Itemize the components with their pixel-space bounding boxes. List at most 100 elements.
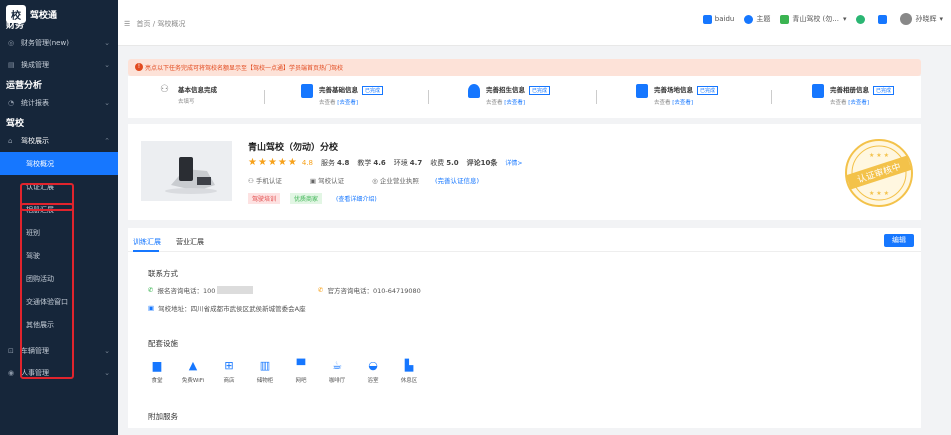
notice-bar: ! 亮点以下任务完成可将驾校名额显示至【驾校一点通】学员端首页热门驾校 (128, 59, 921, 76)
badge-quality: 优质商家 (290, 193, 323, 204)
facility-rest: ▙ 休息区 (396, 359, 422, 384)
bath-icon: ◒ (368, 359, 378, 372)
locker-icon: ▥ (259, 359, 271, 372)
message-button[interactable] (878, 14, 890, 24)
school-switch[interactable]: 青山驾校 (勿... ▾ (780, 14, 846, 24)
wallet-icon: ◎ (8, 39, 15, 47)
phone-icon: ✆ (148, 286, 154, 294)
home-icon: ⌂ (8, 137, 13, 145)
user-menu[interactable]: 孙晓辉 ▾ (900, 13, 943, 25)
facility-coffee: ☕ 咖啡厅 (324, 359, 350, 384)
sidebar-item-order[interactable]: ▤ 换成管理 ⌄ (0, 54, 118, 76)
view-link[interactable]: [去查看] (337, 100, 358, 106)
highlight-box-submenu (20, 203, 74, 379)
theme-icon (744, 14, 754, 24)
reviews-link[interactable]: 详情> (505, 158, 522, 167)
facility-wifi: ▲ 免费WiFi (181, 359, 205, 384)
detail-panel: 训练汇展 营业汇展 编辑 联系方式 ✆ 报名咨询电话：100 ✆ 官方咨询电话：01… (128, 228, 921, 428)
rating-row: ★ ★ ★ ★ ★ 4.8 服务 4.8 教学 4.6 环境 4.7 收费 5.0 评论10条 … (248, 157, 523, 168)
chevron-down-icon: ⌄ (104, 39, 110, 47)
divider (428, 90, 429, 104)
sidebar-item-school-display[interactable]: ⌂ 驾校展示 ⌃ (0, 130, 118, 152)
chevron-up-icon: ⌃ (104, 137, 110, 145)
refresh-button[interactable] (856, 14, 868, 24)
refresh-icon (856, 14, 866, 24)
task-steps: ⚇ 基本信息完成 去填写 完善基础信息 已完成 去查看 [去查看] 完善招生信息 已完成… (128, 76, 921, 118)
facility-netcafe: ▀ 网吧 (288, 359, 314, 384)
verify-row: ⚇ 手机认证 ▣ 驾校认证 ◎ 企业营业执照 (完善认证信息) (248, 175, 507, 185)
facility-bath: ◒ 浴室 (360, 359, 386, 384)
location-icon: ▣ (148, 304, 155, 312)
step-base-info[interactable]: 完善基础信息 已完成 去查看 [去查看] (301, 84, 384, 106)
message-icon (878, 14, 888, 24)
school-verify: ▣ 驾校认证 (309, 177, 345, 185)
sidebar-sub-overview[interactable]: 驾校概况 (0, 152, 118, 175)
warning-icon: ! (135, 63, 143, 71)
sidebar-item-stats[interactable]: ◔ 统计报表 ⌄ (0, 92, 118, 114)
breadcrumb: ☰ 首页 / 驾校概况 (124, 20, 186, 28)
view-link[interactable]: [去查看] (848, 100, 869, 106)
star-icon: ★ (277, 157, 287, 168)
step-site-info[interactable]: 完善场地信息 已完成 去查看 [去查看] (636, 84, 719, 106)
canteen-icon: ▆ (152, 359, 162, 372)
tab-training[interactable]: 训练汇展 (133, 237, 161, 247)
chevron-down-icon: ▾ (939, 15, 943, 23)
truck-icon (636, 84, 648, 98)
chart-icon: ◔ (8, 99, 15, 107)
tab-business[interactable]: 营业汇展 (176, 237, 204, 247)
seal-icon: 认证审核中 ★ ★ ★ ★ ★ ★ (845, 139, 913, 207)
view-link[interactable]: [去查看] (672, 100, 693, 106)
device-image (141, 141, 232, 201)
facilities-title: 配套设施 (148, 339, 178, 348)
rating-value: 4.8 (301, 158, 313, 167)
contact-title: 联系方式 (148, 269, 178, 278)
school-address: ▣ 驾校地址：四川省成都市武侯区武侯新城管委会A座 (148, 304, 306, 313)
menu-toggle-icon[interactable]: ☰ (124, 20, 130, 28)
complete-verify-link[interactable]: (完善认证信息) (435, 177, 479, 185)
step-basic[interactable]: ⚇ 基本信息完成 去填写 (160, 84, 217, 105)
intro-link[interactable]: (查看详细介绍) (332, 193, 381, 204)
topbar-actions: baidu 主题 青山驾校 (勿... ▾ 孙晓辉 ▾ (693, 13, 943, 25)
divider (596, 90, 597, 104)
phone-icon: ✆ (318, 286, 324, 294)
section-finance: 财务 (6, 21, 25, 31)
school-name: 青山驾校（勿动）分校 (248, 143, 339, 153)
school-photo[interactable] (141, 141, 232, 201)
school-icon (780, 14, 790, 24)
chevron-down-icon: ⌄ (104, 347, 110, 355)
car-icon: ⊡ (8, 347, 14, 355)
divider (264, 90, 265, 104)
rest-icon: ▙ (404, 359, 414, 372)
star-icon: ★ (267, 157, 277, 168)
theme-button[interactable]: 主题 (744, 14, 770, 24)
edit-button[interactable]: 编辑 (884, 234, 914, 247)
logo-text: 驾校通 (30, 10, 58, 21)
school-card: 青山驾校（勿动）分校 ★ ★ ★ ★ ★ 4.8 服务 4.8 教学 4.6 环境 4.7 收… (128, 124, 921, 220)
step-album-info[interactable]: 完善相册信息 已完成 去查看 [去查看] (812, 84, 895, 106)
phone-verify: ⚇ 手机认证 (248, 177, 282, 185)
star-icon: ★ (248, 157, 257, 168)
view-link[interactable]: [去查看] (504, 100, 525, 106)
chevron-down-icon: ⌄ (104, 61, 110, 69)
section-ops: 运营分析 (6, 81, 43, 91)
signup-phone: ✆ 报名咨询电话：100 (148, 285, 254, 295)
tab-bar: 训练汇展 营业汇展 编辑 (128, 228, 921, 252)
list-icon: ▤ (8, 61, 15, 69)
coffee-icon: ☕ (332, 359, 342, 372)
wifi-icon: ▲ (188, 359, 198, 372)
section-school: 驾校 (6, 119, 25, 129)
chevron-down-icon: ▾ (842, 15, 847, 23)
facility-shop: ⊞ 商店 (216, 359, 242, 384)
sidebar-item-finance[interactable]: ◎ 财务管理(new) ⌄ (0, 32, 118, 54)
shop-icon: ⊞ (224, 359, 234, 372)
baidu-link[interactable]: baidu (702, 14, 734, 24)
review-count: 评论10条 (466, 158, 498, 167)
masked-number (217, 286, 254, 294)
license-verify: ◎ 企业营业执照 (完善认证信息) (372, 177, 480, 185)
topbar: ☰ 首页 / 驾校概况 baidu 主题 青山驾校 (勿... ▾ 孙晓辉 ▾ (118, 0, 951, 46)
people-icon: ⚇ (160, 84, 169, 95)
svg-text:★ ★ ★: ★ ★ ★ (869, 152, 889, 159)
step-recruit-info[interactable]: 完善招生信息 已完成 去查看 [去查看] (468, 84, 551, 106)
chevron-down-icon: ⌄ (104, 369, 110, 377)
doc-icon (301, 84, 313, 98)
